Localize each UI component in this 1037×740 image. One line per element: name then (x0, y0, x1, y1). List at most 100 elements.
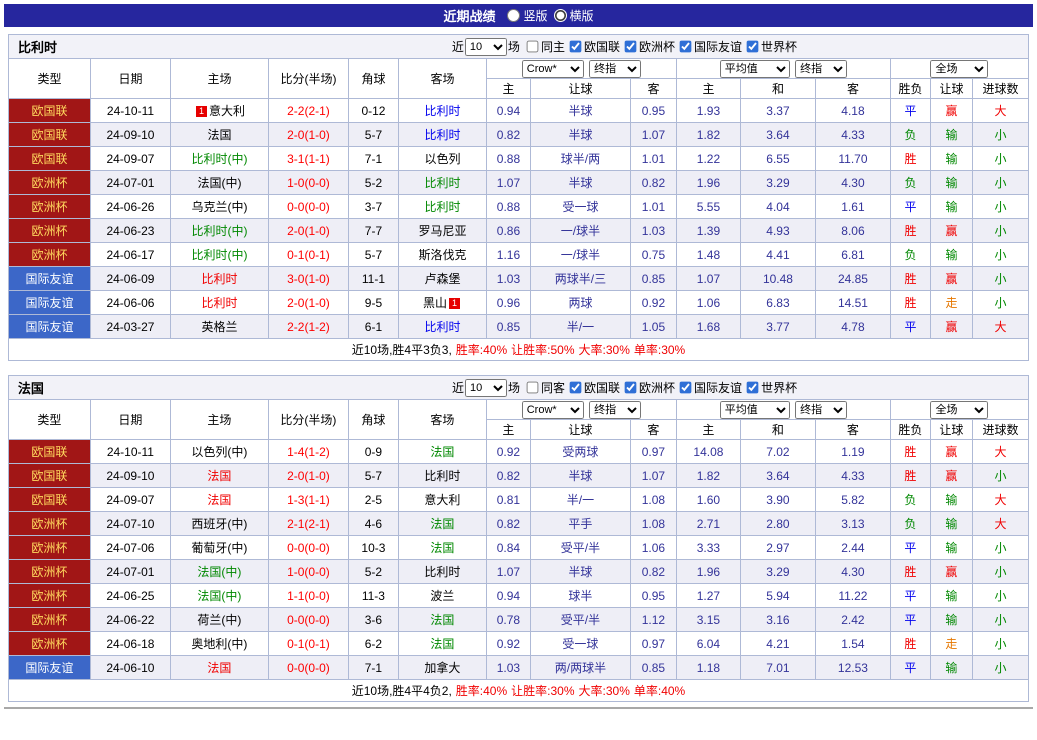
summary-line: 近10场,胜4平4负2,胜率:40%让胜率:30%大率:30%单率:40% (8, 680, 1028, 702)
competition-type: 欧洲杯 (8, 584, 90, 608)
matches-suffix-label: 场 (508, 379, 520, 396)
competition-filter[interactable]: 世界杯 (742, 38, 797, 55)
crown-odds-time-select[interactable]: 终指 (589, 401, 641, 419)
match-row: 欧洲杯24-06-17比利时(中)0-1(0-1)5-7斯洛伐克1.16一/球半… (8, 243, 1028, 267)
full-match-select[interactable]: 全场 (930, 60, 988, 78)
horizontal-view-radio[interactable] (554, 9, 567, 22)
vertical-view-radio[interactable] (507, 9, 520, 22)
competition-label: 欧洲杯 (639, 379, 675, 396)
away-team: 意大利 (398, 488, 486, 512)
avg-away-odds: 4.33 (815, 464, 890, 488)
average-odds-time-select[interactable]: 终指 (795, 401, 847, 419)
home-team: 以色列(中) (170, 440, 268, 464)
home-team-name: 法国(中) (197, 589, 241, 603)
home-team: 英格兰 (170, 315, 268, 339)
col-header-type: 类型 (8, 59, 90, 99)
corner-count: 2-5 (348, 488, 398, 512)
corner-count: 3-6 (348, 608, 398, 632)
crown-home-odds: 1.03 (486, 267, 530, 291)
competition-checkbox[interactable] (625, 381, 637, 393)
home-team-name: 法国 (207, 128, 231, 142)
match-row: 国际友谊24-03-27英格兰2-2(1-2)6-1比利时0.85半/一1.05… (8, 315, 1028, 339)
corner-count: 10-3 (348, 536, 398, 560)
competition-checkbox[interactable] (680, 381, 692, 393)
win-loss-result: 胜 (890, 219, 930, 243)
goals-result: 小 (972, 560, 1028, 584)
home-team: 比利时(中) (170, 147, 268, 171)
home-team-name: 法国 (207, 469, 231, 483)
competition-filter[interactable]: 欧洲杯 (620, 379, 675, 396)
avg-home-odds: 1.82 (676, 464, 740, 488)
full-match-group-header: 全场 (890, 400, 1028, 420)
match-score: 0-0(0-0) (268, 195, 348, 219)
competition-checkbox[interactable] (747, 40, 759, 52)
col-header-home: 主场 (170, 400, 268, 440)
competition-filter[interactable]: 欧国联 (565, 38, 620, 55)
avg-home-odds: 1.22 (676, 147, 740, 171)
competition-filter[interactable]: 国际友谊 (675, 38, 742, 55)
competition-checkbox[interactable] (570, 381, 582, 393)
home-team-name: 乌克兰(中) (191, 200, 247, 214)
avg-draw-odds: 2.80 (740, 512, 815, 536)
handicap-result: 输 (930, 656, 972, 680)
col-header-handicap-result: 让球 (930, 420, 972, 440)
same-venue-checkbox[interactable] (527, 382, 539, 394)
avg-home-odds: 1.60 (676, 488, 740, 512)
crown-away-odds: 0.85 (630, 267, 676, 291)
full-match-select[interactable]: 全场 (930, 401, 988, 419)
avg-away-odds: 4.30 (815, 171, 890, 195)
crown-handicap-line: 半球 (530, 123, 630, 147)
crown-odds-time-select[interactable]: 终指 (589, 60, 641, 78)
competition-filter[interactable]: 欧国联 (565, 379, 620, 396)
summary-segment: 胜率:40% (456, 343, 507, 357)
average-odds-select[interactable]: 平均值 (720, 401, 790, 419)
col-header-avg-draw: 和 (740, 79, 815, 99)
competition-checkbox[interactable] (680, 40, 692, 52)
competition-filters: 欧国联欧洲杯 国际友谊世界杯 (565, 38, 797, 56)
recent-count-select[interactable]: 10 (465, 38, 507, 56)
away-team-name: 意大利 (424, 493, 460, 507)
bottom-divider (4, 707, 1033, 710)
corner-count: 5-7 (348, 123, 398, 147)
handicap-result: 输 (930, 195, 972, 219)
crown-away-odds: 0.82 (630, 560, 676, 584)
competition-filter[interactable]: 欧洲杯 (620, 38, 675, 55)
summary-segment: 胜率:40% (456, 684, 507, 698)
odds-provider-select[interactable]: Crow* (522, 401, 584, 419)
competition-checkbox[interactable] (570, 40, 582, 52)
avg-draw-odds: 6.83 (740, 291, 815, 315)
competition-type: 欧洲杯 (8, 608, 90, 632)
avg-home-odds: 1.82 (676, 123, 740, 147)
page-title: 近期战绩 (443, 6, 495, 25)
crown-home-odds: 0.96 (486, 291, 530, 315)
away-team-name: 加拿大 (424, 661, 460, 675)
summary-segment: 单率:40% (634, 684, 685, 698)
match-date: 24-07-06 (90, 536, 170, 560)
view-option-vertical[interactable]: 竖版 (507, 7, 547, 24)
col-header-crown-away: 客 (630, 420, 676, 440)
competition-filter[interactable]: 国际友谊 (675, 379, 742, 396)
crown-home-odds: 0.86 (486, 219, 530, 243)
recent-count-select[interactable]: 10 (465, 379, 507, 397)
crown-away-odds: 1.07 (630, 123, 676, 147)
handicap-result: 输 (930, 171, 972, 195)
same-venue-checkbox[interactable] (527, 41, 539, 53)
competition-label: 国际友谊 (694, 38, 742, 55)
average-odds-select[interactable]: 平均值 (720, 60, 790, 78)
col-header-result: 胜负 (890, 420, 930, 440)
match-score: 0-0(0-0) (268, 656, 348, 680)
same-venue-filter[interactable]: 同客 (520, 379, 565, 396)
avg-draw-odds: 2.97 (740, 536, 815, 560)
competition-checkbox[interactable] (747, 381, 759, 393)
summary-segment: 单率:30% (634, 343, 685, 357)
average-odds-time-select[interactable]: 终指 (795, 60, 847, 78)
goals-result: 小 (972, 656, 1028, 680)
same-venue-filter[interactable]: 同主 (520, 38, 565, 55)
view-option-horizontal[interactable]: 横版 (554, 7, 594, 24)
competition-checkbox[interactable] (625, 40, 637, 52)
odds-provider-select[interactable]: Crow* (522, 60, 584, 78)
goals-result: 小 (972, 267, 1028, 291)
corner-count: 5-2 (348, 560, 398, 584)
competition-filter[interactable]: 世界杯 (742, 379, 797, 396)
matches-suffix-label: 场 (508, 38, 520, 55)
